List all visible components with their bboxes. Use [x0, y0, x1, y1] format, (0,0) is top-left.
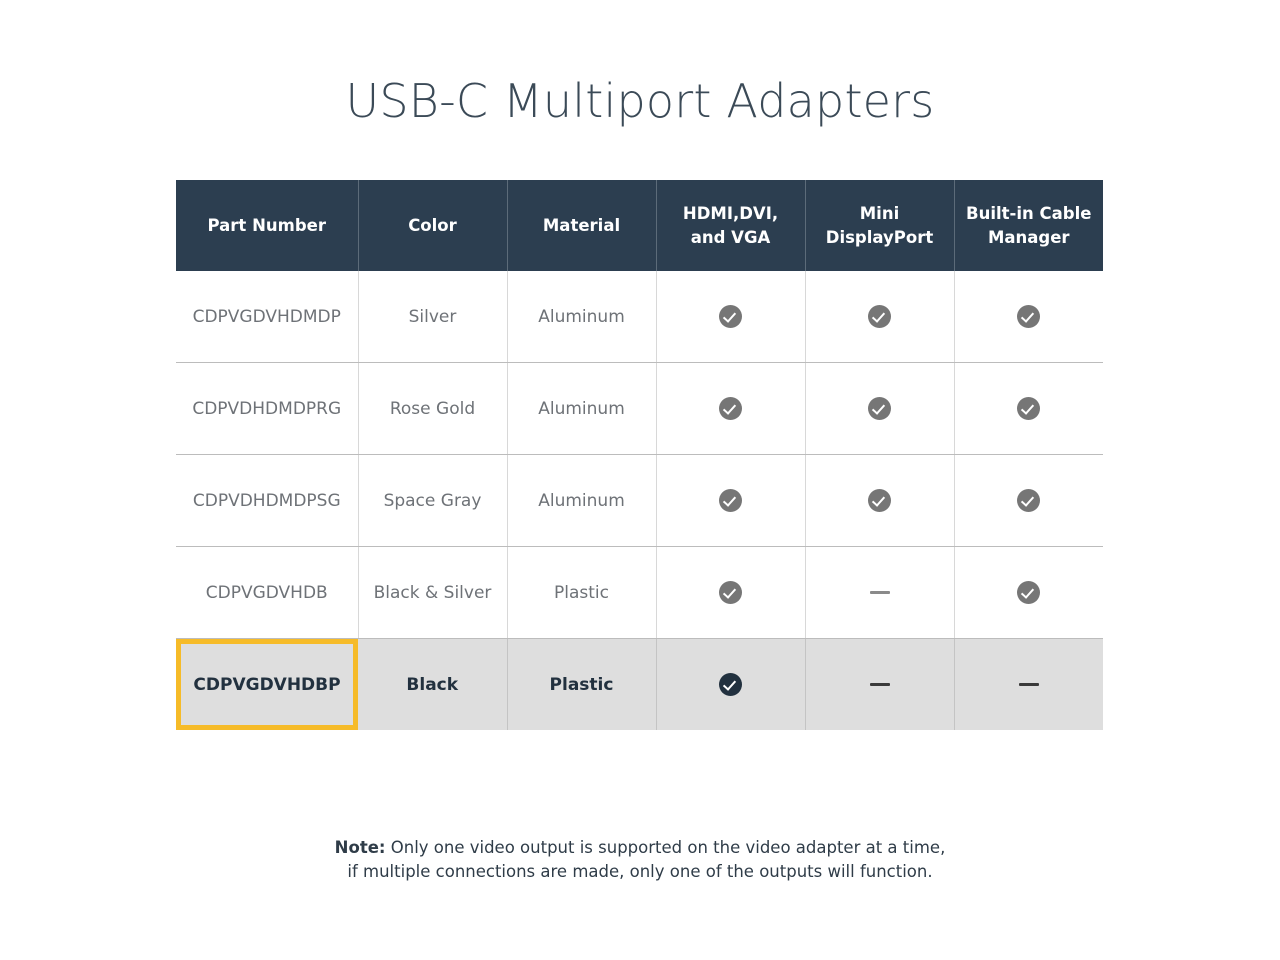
cell-color: Rose Gold	[358, 362, 508, 455]
column-header-cable-line1: Built-in Cable	[966, 203, 1092, 223]
cell-color: Silver	[358, 271, 508, 363]
check-circle-icon	[868, 489, 891, 512]
column-header-material: Material	[507, 180, 657, 271]
cell-color: Space Gray	[358, 454, 508, 547]
table-row[interactable]: CDPVGDVHDMDP Silver Aluminum	[176, 271, 1103, 363]
check-circle-icon	[719, 673, 742, 696]
cell-built-in-cable-manager	[954, 454, 1103, 547]
column-header-hdmi-line1: HDMI,DVI,	[682, 203, 779, 223]
cell-color: Black	[358, 638, 508, 730]
column-header-mdp-line2: DisplayPort	[825, 227, 934, 247]
column-header-cable-line2: Manager	[987, 227, 1070, 247]
table-row[interactable]: CDPVDHDMDPRG Rose Gold Aluminum	[176, 362, 1103, 455]
cell-built-in-cable-manager	[954, 638, 1103, 730]
dash-icon	[869, 591, 890, 594]
column-header-mdp-line1: Mini	[859, 203, 900, 223]
check-circle-icon	[719, 305, 742, 328]
cell-material: Aluminum	[507, 362, 657, 455]
cell-built-in-cable-manager	[954, 546, 1103, 639]
page-title: USB-C Multiport Adapters	[345, 74, 935, 128]
check-circle-icon	[1017, 581, 1041, 604]
footer-note-line-1: Note: Only one video output is supported…	[0, 836, 1280, 860]
cell-part-number: CDPVGDVHDMDP	[176, 271, 359, 363]
page-root: USB-C Multiport Adapters Part Number Col…	[0, 0, 1280, 960]
cell-mini-displayport	[805, 454, 955, 547]
cell-built-in-cable-manager	[954, 362, 1103, 455]
table-row[interactable]: CDPVGDVHDBP Black Plastic	[176, 638, 1103, 730]
dash-icon	[869, 683, 890, 686]
table-header-row: Part Number Color Material HDMI,DVI, and…	[176, 180, 1103, 271]
footer-note-label: Note:	[334, 838, 386, 857]
cell-built-in-cable-manager	[954, 271, 1103, 363]
spec-table: Part Number Color Material HDMI,DVI, and…	[176, 180, 1103, 730]
table-header: Part Number Color Material HDMI,DVI, and…	[176, 180, 1103, 271]
footer-note: Note: Only one video output is supported…	[0, 836, 1280, 884]
column-header-hdmi-dvi-vga: HDMI,DVI, and VGA	[656, 180, 806, 271]
check-circle-icon	[868, 305, 891, 328]
cell-mini-displayport	[805, 638, 955, 730]
table-body: CDPVGDVHDMDP Silver Aluminum CDPVDHDMDPRG Ro…	[176, 271, 1103, 730]
cell-material: Aluminum	[507, 454, 657, 547]
cell-mini-displayport	[805, 271, 955, 363]
column-header-hdmi-line2: and VGA	[690, 227, 771, 247]
column-header-mini-displayport: Mini DisplayPort	[805, 180, 955, 271]
cell-material: Plastic	[507, 546, 657, 639]
footer-note-text-1: Only one video output is supported on th…	[385, 838, 946, 857]
cell-mini-displayport	[805, 362, 955, 455]
cell-part-number: CDPVGDVHDB	[176, 546, 359, 639]
table-row[interactable]: CDPVGDVHDB Black & Silver Plastic	[176, 546, 1103, 639]
cell-hdmi-dvi-vga	[656, 546, 806, 639]
column-header-built-in-cable-manager: Built-in Cable Manager	[954, 180, 1103, 271]
cell-hdmi-dvi-vga	[656, 271, 806, 363]
cell-material: Aluminum	[507, 271, 657, 363]
table-row[interactable]: CDPVDHDMDPSG Space Gray Aluminum	[176, 454, 1103, 547]
cell-hdmi-dvi-vga	[656, 638, 806, 730]
check-circle-icon	[719, 489, 742, 512]
check-circle-icon	[719, 581, 742, 604]
check-circle-icon	[868, 397, 891, 420]
cell-part-number: CDPVDHDMDPSG	[176, 454, 359, 547]
dash-icon	[1018, 683, 1039, 686]
cell-part-number: CDPVDHDMDPRG	[176, 362, 359, 455]
cell-material: Plastic	[507, 638, 657, 730]
footer-note-line-2: if multiple connections are made, only o…	[347, 862, 933, 881]
check-circle-icon	[1017, 305, 1041, 328]
cell-part-number: CDPVGDVHDBP	[176, 638, 358, 730]
check-circle-icon	[1017, 397, 1041, 420]
check-circle-icon	[1017, 489, 1041, 512]
column-header-part-number: Part Number	[176, 180, 359, 271]
cell-mini-displayport	[805, 546, 955, 639]
cell-hdmi-dvi-vga	[656, 454, 806, 547]
cell-color: Black & Silver	[358, 546, 508, 639]
spec-table-container: Part Number Color Material HDMI,DVI, and…	[176, 180, 1103, 730]
cell-hdmi-dvi-vga	[656, 362, 806, 455]
column-header-color: Color	[358, 180, 508, 271]
check-circle-icon	[719, 397, 742, 420]
